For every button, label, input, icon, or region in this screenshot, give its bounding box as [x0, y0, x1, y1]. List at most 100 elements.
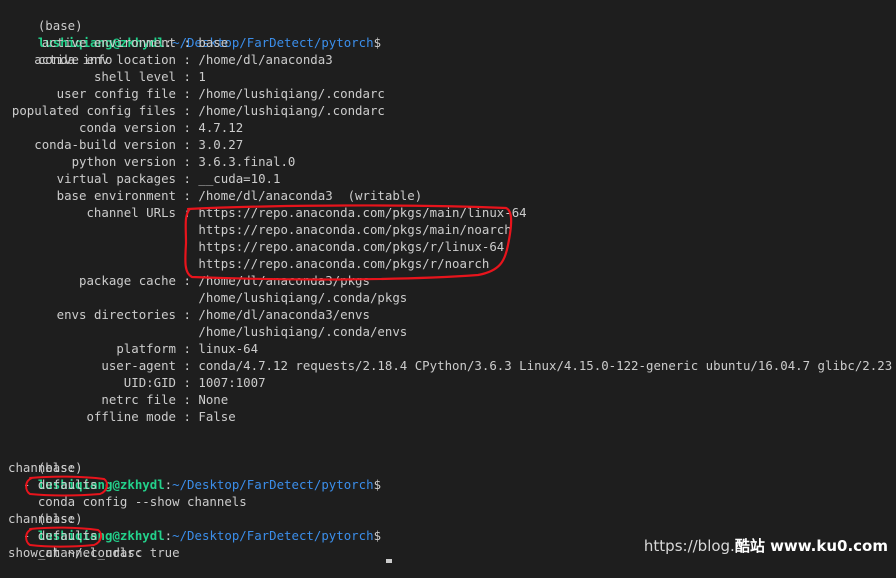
info-row: python version : 3.6.3.final.0: [8, 153, 892, 170]
output-line: channels:: [8, 511, 76, 526]
prompt-suffix: $: [373, 528, 382, 543]
info-separator: :: [176, 392, 199, 407]
env-name: (base): [37, 18, 83, 33]
info-key: channel URLs: [86, 205, 176, 220]
info-value: 3.6.3.final.0: [198, 154, 296, 169]
info-value: linux-64: [198, 341, 259, 356]
info-row: envs directories : /home/dl/anaconda3/en…: [8, 306, 892, 323]
info-value: /home/dl/anaconda3/envs: [198, 307, 370, 322]
info-value: 3.0.27: [198, 137, 244, 152]
info-row: platform : linux-64: [8, 340, 892, 357]
info-key: UID:GID: [123, 375, 176, 390]
info-separator: :: [176, 307, 199, 322]
info-separator: [176, 239, 198, 254]
prompt-line: (base) lushiqiang@zkhydl:~/Desktop/FarDe…: [8, 442, 892, 509]
info-separator: [176, 222, 198, 237]
info-separator: :: [176, 409, 199, 424]
info-row: netrc file : None: [8, 391, 892, 408]
info-key: offline mode: [86, 409, 176, 424]
cwd-path: ~/Desktop/FarDetect/pytorch: [172, 528, 374, 543]
output-line: channels:: [8, 460, 76, 475]
info-row: offline mode : False: [8, 408, 892, 425]
info-row: UID:GID : 1007:1007: [8, 374, 892, 391]
info-value: /home/dl/anaconda3: [198, 52, 333, 67]
info-key: conda-build version: [34, 137, 176, 152]
info-value: https://repo.anaconda.com/pkgs/r/noarch: [198, 256, 490, 271]
info-value: 1: [198, 69, 206, 84]
info-separator: :: [176, 103, 199, 118]
watermark-url: https://blog.: [643, 537, 735, 555]
info-key: user config file: [56, 86, 176, 101]
info-row: active environment : base: [8, 34, 892, 51]
info-value: /home/dl/anaconda3/pkgs: [198, 273, 370, 288]
info-key: netrc file: [101, 392, 176, 407]
info-key: platform: [116, 341, 176, 356]
info-separator: :: [176, 137, 199, 152]
conda-info-block: active environment : base active env loca…: [8, 34, 892, 425]
info-key: conda version: [79, 120, 176, 135]
info-value: https://repo.anaconda.com/pkgs/r/linux-6…: [198, 239, 505, 254]
info-value: 1007:1007: [198, 375, 266, 390]
info-row: /home/lushiqiang/.conda/pkgs: [8, 289, 892, 306]
watermark: https://blog.酷站 www.ku0.com: [644, 533, 888, 559]
info-separator: [176, 290, 198, 305]
info-key: base environment: [56, 188, 176, 203]
info-value: None: [198, 392, 229, 407]
cwd-path: ~/Desktop/FarDetect/pytorch: [172, 477, 374, 492]
info-row: https://repo.anaconda.com/pkgs/r/noarch: [8, 255, 892, 272]
info-row: user config file : /home/lushiqiang/.con…: [8, 85, 892, 102]
prompt-suffix: $: [373, 477, 382, 492]
info-key: envs directories: [56, 307, 176, 322]
info-row: virtual packages : __cuda=10.1: [8, 170, 892, 187]
info-key: populated config files: [11, 103, 176, 118]
info-separator: :: [176, 358, 199, 373]
info-key: user-agent: [101, 358, 176, 373]
info-separator: :: [176, 188, 199, 203]
info-separator: [176, 324, 198, 339]
info-value: /home/lushiqiang/.conda/envs: [198, 324, 408, 339]
info-separator: :: [176, 154, 199, 169]
info-row: populated config files : /home/lushiqian…: [8, 102, 892, 119]
info-value: /home/lushiqiang/.conda/pkgs: [198, 290, 408, 305]
terminal-output[interactable]: (base) lushiqiang@zkhydl:~/Desktop/FarDe…: [8, 0, 892, 561]
info-row: conda-build version : 3.0.27: [8, 136, 892, 153]
info-row: active env location : /home/dl/anaconda3: [8, 51, 892, 68]
info-separator: :: [176, 52, 199, 67]
info-row: channel URLs : https://repo.anaconda.com…: [8, 204, 892, 221]
info-row: https://repo.anaconda.com/pkgs/main/noar…: [8, 221, 892, 238]
text-cursor: [386, 559, 392, 563]
prompt-line: (base) lushiqiang@zkhydl:~/Desktop/FarDe…: [8, 0, 892, 67]
info-row: conda version : 4.7.12: [8, 119, 892, 136]
watermark-brand: 酷站 www.ku0.com: [734, 537, 888, 555]
info-row: https://repo.anaconda.com/pkgs/r/linux-6…: [8, 238, 892, 255]
info-value: /home/lushiqiang/.condarc: [198, 86, 385, 101]
info-value: 4.7.12: [198, 120, 244, 135]
prompt-suffix: $: [373, 35, 382, 50]
command-text: conda config --show channels: [37, 494, 247, 509]
info-separator: :: [176, 86, 199, 101]
info-value: https://repo.anaconda.com/pkgs/main/linu…: [198, 205, 527, 220]
info-row: package cache : /home/dl/anaconda3/pkgs: [8, 272, 892, 289]
info-value: base: [198, 35, 229, 50]
info-separator: :: [176, 120, 199, 135]
info-separator: :: [176, 69, 199, 84]
info-key: python version: [71, 154, 176, 169]
info-row: shell level : 1: [8, 68, 892, 85]
info-separator: [176, 256, 198, 271]
info-separator: :: [176, 341, 199, 356]
info-separator: :: [176, 171, 199, 186]
info-key: virtual packages: [56, 171, 176, 186]
info-row: /home/lushiqiang/.conda/envs: [8, 323, 892, 340]
info-row: base environment : /home/dl/anaconda3 (w…: [8, 187, 892, 204]
info-key: shell level: [93, 69, 176, 84]
info-value: False: [198, 409, 236, 424]
info-value: conda/4.7.12 requests/2.18.4 CPython/3.6…: [198, 358, 893, 373]
info-value: /home/lushiqiang/.condarc: [198, 103, 385, 118]
info-separator: :: [176, 375, 199, 390]
info-separator: :: [176, 35, 199, 50]
info-key: active env location: [34, 52, 176, 67]
info-separator: :: [176, 273, 199, 288]
info-value: __cuda=10.1: [198, 171, 281, 186]
